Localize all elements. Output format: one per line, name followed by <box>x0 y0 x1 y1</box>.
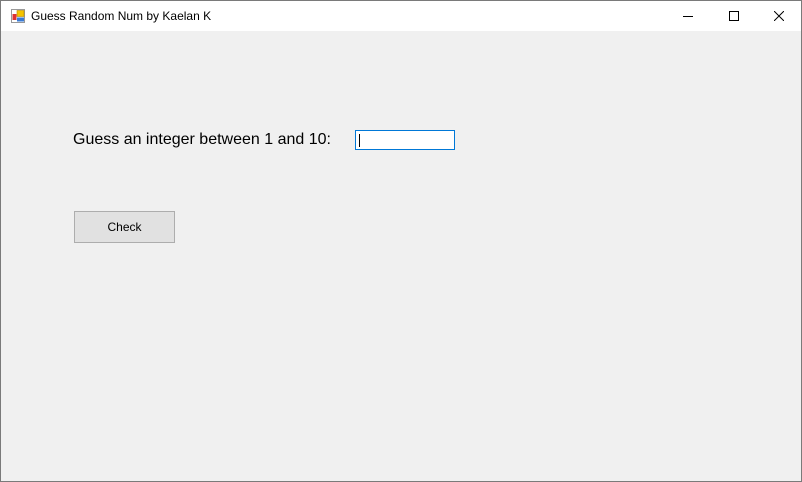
app-window: Guess Random Num by Kaelan K Guess an in… <box>0 0 802 482</box>
minimize-icon <box>683 16 693 17</box>
maximize-button[interactable] <box>711 1 757 31</box>
close-button[interactable] <box>756 1 802 31</box>
close-icon <box>774 11 784 21</box>
guess-input[interactable] <box>355 130 455 150</box>
title-bar[interactable]: Guess Random Num by Kaelan K <box>1 1 801 31</box>
prompt-label: Guess an integer between 1 and 10: <box>73 131 331 148</box>
window-title: Guess Random Num by Kaelan K <box>31 9 212 23</box>
text-caret <box>359 134 360 147</box>
app-icon <box>11 9 25 23</box>
minimize-button[interactable] <box>665 1 711 31</box>
check-button[interactable]: Check <box>74 211 175 243</box>
maximize-icon <box>729 11 739 21</box>
